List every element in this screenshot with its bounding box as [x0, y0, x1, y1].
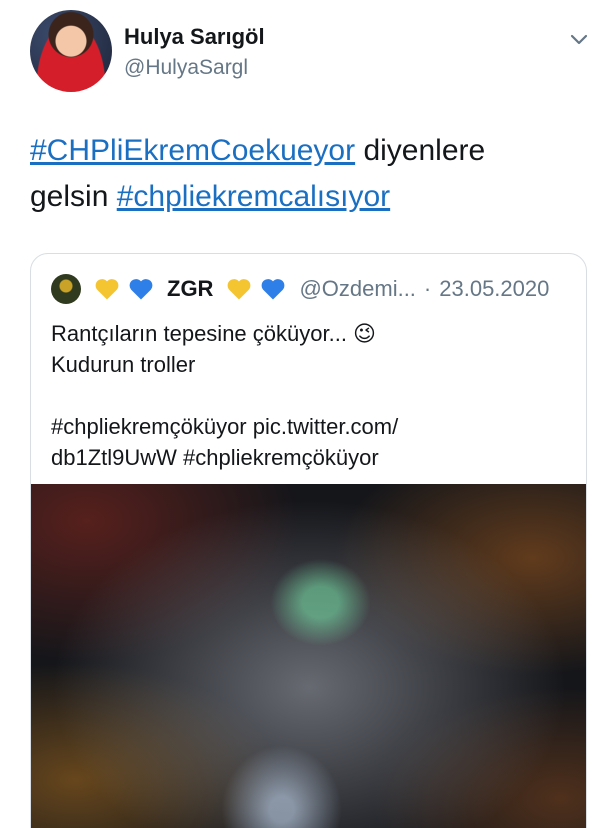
tweet-text-part: diyenlere: [355, 134, 486, 167]
quoted-author-name[interactable]: ZGR: [167, 276, 213, 302]
quoted-tweet-separator: ·: [423, 276, 432, 301]
blue-heart-icon: [262, 279, 285, 300]
yellow-heart-icon: [95, 279, 119, 300]
blue-heart-icon: [129, 279, 153, 300]
quoted-tweet[interactable]: ZGR @Ozdemi... · 23.05.2020 Rantçıların …: [30, 253, 587, 828]
quoted-text-line: Rantçıların tepesine çöküyor... 😉: [51, 321, 376, 346]
hashtag-link[interactable]: #chpliekremcalısıyor: [117, 180, 390, 213]
quoted-tweet-media[interactable]: [31, 484, 586, 828]
tweet-text-part: gelsin: [30, 180, 117, 213]
yellow-heart-icon: [228, 279, 251, 300]
quoted-author-avatar[interactable]: [51, 274, 81, 304]
chevron-down-icon[interactable]: [568, 28, 590, 50]
tweet-header: Hulya Sarıgöl @HulyaSargl: [30, 10, 600, 94]
quoted-text-line: db1Ztl9UwW #chpliekremçöküyor: [51, 445, 379, 470]
quoted-tweet-header: ZGR @Ozdemi... · 23.05.2020: [51, 272, 571, 306]
tweet-text: #CHPliEkremCoekueyor diyenlere gelsin #c…: [30, 128, 590, 220]
author-handle[interactable]: @HulyaSargl: [124, 56, 248, 80]
quoted-tweet-text: Rantçıların tepesine çöküyor... 😉 Kuduru…: [51, 318, 571, 473]
quoted-text-line: Kudurun troller: [51, 352, 196, 377]
hashtag-link[interactable]: #CHPliEkremCoekueyor: [30, 134, 355, 167]
author-avatar[interactable]: [30, 10, 112, 92]
author-name[interactable]: Hulya Sarıgöl: [124, 24, 265, 50]
quoted-tweet-date[interactable]: 23.05.2020: [439, 276, 549, 302]
quoted-text-line: #chpliekremçöküyor pic.twitter.com/: [51, 414, 399, 439]
quoted-author-handle[interactable]: @Ozdemi...: [299, 276, 415, 302]
